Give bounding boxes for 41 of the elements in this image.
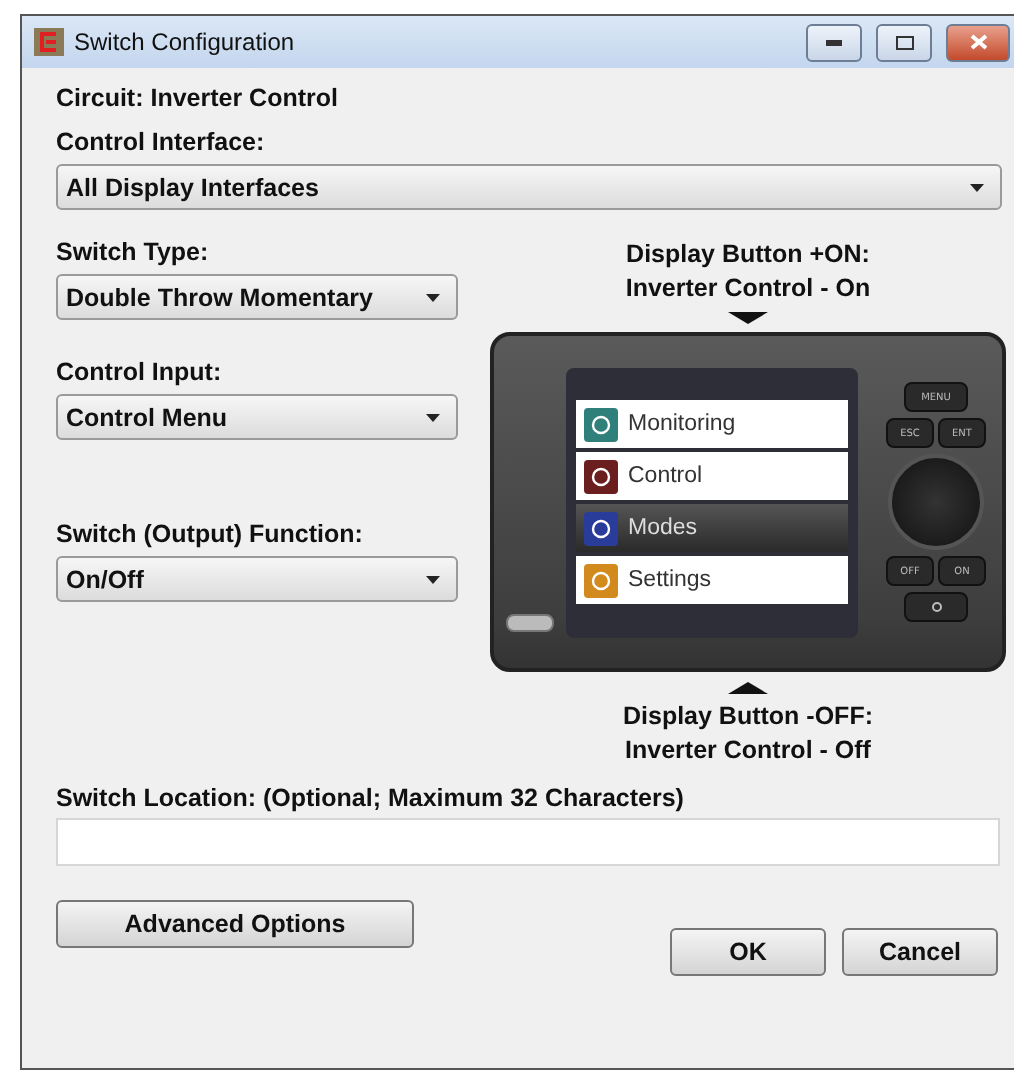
down-arrow-icon <box>728 312 768 324</box>
on-button-caption: Display Button +ON: Inverter Control - On <box>625 238 871 306</box>
minimize-icon <box>826 39 842 45</box>
field-label: Control Input: <box>56 358 224 386</box>
menu-item[interactable]: Settings <box>576 556 848 604</box>
field-label: Switch Location: (Optional; Maximum 32 Characters) <box>56 784 686 812</box>
modes-icon <box>584 511 618 545</box>
field-label: Switch Type: <box>56 238 211 266</box>
dropdown-arrow-icon <box>970 183 984 191</box>
dropdown-arrow-icon <box>426 575 440 583</box>
field-label: Control Interface: <box>56 128 267 156</box>
switch-type-dropdown[interactable]: Double Throw Momentary <box>56 274 458 320</box>
off-button-caption: Display Button -OFF: Inverter Control - Off <box>623 700 873 768</box>
cancel-button[interactable]: Cancel <box>842 928 998 976</box>
maximize-button[interactable] <box>876 23 932 61</box>
close-icon <box>969 34 987 50</box>
minimize-button[interactable] <box>806 23 862 61</box>
app-logo-icon <box>34 28 64 56</box>
control-icon <box>584 459 618 493</box>
settings-icon <box>584 563 618 597</box>
switch-location-input[interactable] <box>56 818 1000 866</box>
control-interface-dropdown[interactable]: All Display Interfaces <box>56 164 1002 210</box>
menu-item[interactable]: Control <box>576 452 848 500</box>
brand-badge <box>506 614 554 632</box>
circuit-label: Circuit: Inverter Control <box>56 84 340 112</box>
menu-item[interactable]: Modes <box>576 504 848 552</box>
dropdown-arrow-icon <box>426 413 440 421</box>
monitoring-icon <box>584 407 618 441</box>
close-button[interactable] <box>946 23 1010 61</box>
power-key[interactable] <box>904 592 968 622</box>
menu-item[interactable]: Monitoring <box>576 400 848 448</box>
maximize-icon <box>895 35 913 49</box>
dropdown-arrow-icon <box>426 293 440 301</box>
control-input-dropdown[interactable]: Control Menu <box>56 394 458 440</box>
advanced-options-button[interactable]: Advanced Options <box>56 900 414 948</box>
ok-button[interactable]: OK <box>670 928 826 976</box>
window-title: Switch Configuration <box>74 28 297 56</box>
up-arrow-icon <box>728 682 768 694</box>
field-label: Switch (Output) Function: <box>56 520 365 548</box>
switch-function-dropdown[interactable]: On/Off <box>56 556 458 602</box>
power-icon <box>931 602 941 612</box>
